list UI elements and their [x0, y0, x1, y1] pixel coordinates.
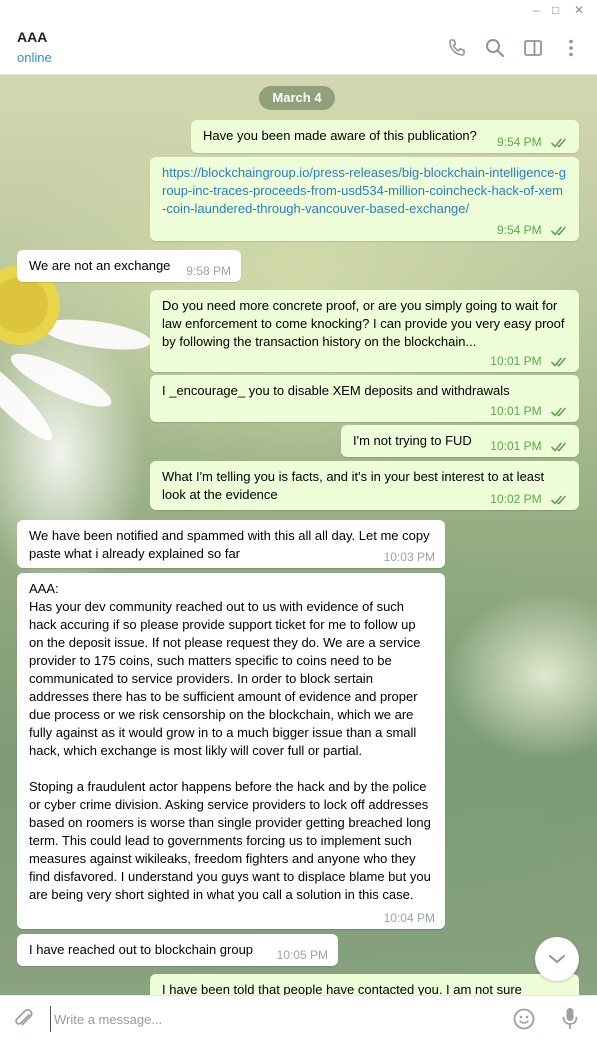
scroll-to-bottom-button[interactable] — [535, 937, 579, 981]
message-outgoing[interactable]: I _encourage_ you to disable XEM deposit… — [150, 375, 579, 422]
double-check-icon — [551, 226, 566, 236]
message-meta: 10:02 PM — [490, 492, 569, 506]
message-time: 10:02 PM — [490, 492, 542, 506]
double-check-icon — [551, 407, 566, 417]
message-outgoing[interactable]: https://blockchaingroup.io/press-release… — [150, 157, 579, 241]
message-time: 10:01 PM — [490, 439, 542, 453]
message-time: 10:01 PM — [490, 404, 542, 418]
message-incoming[interactable]: We have been notified and spammed with t… — [17, 520, 445, 568]
message-text: I have reached out to blockchain group — [29, 942, 254, 957]
message-time: 9:54 PM — [496, 135, 542, 149]
double-check-icon — [551, 138, 566, 148]
message-composer — [0, 995, 597, 1041]
message-incoming[interactable]: AAA: Has your dev community reached out … — [17, 573, 445, 929]
message-outgoing[interactable]: What I'm telling you is facts, and it's … — [150, 461, 579, 510]
message-history[interactable]: March 4 Have you been made aware of this… — [0, 75, 597, 995]
message-text: AAA: Has your dev community reached out … — [29, 581, 431, 902]
message-meta: 10:01 PM — [490, 404, 569, 418]
sidebar-toggle-icon[interactable] — [522, 37, 544, 59]
message-text: We are not an exchange — [29, 258, 171, 273]
window-titlebar: – □ ✕ — [0, 0, 597, 20]
message-text: Have you been made aware of this publica… — [203, 128, 477, 143]
emoji-icon[interactable] — [512, 1007, 536, 1031]
message-link[interactable]: https://blockchaingroup.io/press-release… — [162, 164, 567, 218]
paperclip-icon[interactable] — [12, 1007, 36, 1031]
phone-icon[interactable] — [446, 37, 468, 59]
message-time: 10:04 PM — [383, 911, 435, 925]
search-icon[interactable] — [484, 37, 506, 59]
message-text: I'm not trying to FUD — [353, 433, 472, 448]
message-time: 10:01 PM — [490, 354, 542, 368]
message-meta: 10:01 PM — [490, 439, 569, 453]
message-time: 9:54 PM — [496, 223, 542, 237]
chat-title[interactable]: AAA — [17, 29, 47, 45]
double-check-icon — [551, 442, 566, 452]
message-input[interactable] — [50, 1006, 496, 1032]
message-text: I _encourage_ you to disable XEM deposit… — [162, 383, 510, 398]
message-time: 10:03 PM — [383, 550, 435, 564]
double-check-icon — [551, 357, 566, 367]
microphone-icon[interactable] — [558, 1006, 582, 1032]
double-check-icon — [551, 495, 566, 505]
more-icon[interactable] — [560, 37, 582, 59]
message-time: 9:58 PM — [186, 264, 231, 278]
message-outgoing[interactable]: Have you been made aware of this publica… — [191, 120, 579, 153]
message-meta: 10:01 PM — [490, 354, 569, 368]
maximize-button[interactable]: □ — [552, 2, 559, 18]
chat-header: AAA online — [0, 20, 597, 75]
message-incoming[interactable]: We are not an exchange 9:58 PM — [17, 250, 241, 282]
chat-status: online — [17, 50, 52, 65]
message-meta: 9:54 PM — [497, 135, 569, 149]
message-text: We have been notified and spammed with t… — [29, 528, 434, 561]
message-outgoing[interactable]: I'm not trying to FUD 10:01 PM — [341, 425, 579, 457]
message-text: I have been told that people have contac… — [162, 982, 522, 995]
close-button[interactable]: ✕ — [574, 2, 584, 18]
minimize-button[interactable]: – — [533, 2, 540, 18]
message-incoming[interactable]: I have reached out to blockchain group 1… — [17, 934, 338, 966]
message-text: Do you need more concrete proof, or are … — [162, 298, 569, 349]
message-time: 10:05 PM — [276, 948, 328, 962]
message-outgoing[interactable]: Do you need more concrete proof, or are … — [150, 290, 579, 372]
chevron-down-icon — [549, 955, 565, 963]
message-outgoing[interactable]: I have been told that people have contac… — [150, 974, 579, 995]
date-separator: March 4 — [259, 86, 335, 110]
message-meta: 9:54 PM — [497, 223, 569, 237]
